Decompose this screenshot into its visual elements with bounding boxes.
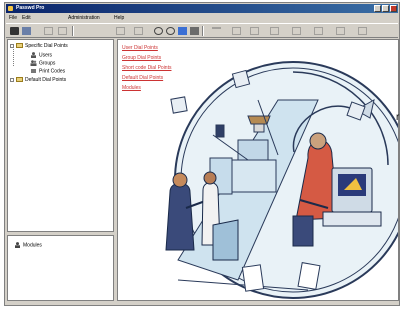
tree-connector xyxy=(13,49,14,66)
menu-file[interactable]: File xyxy=(9,14,17,22)
copy-icon[interactable] xyxy=(58,27,67,35)
tree-item-users[interactable]: Users xyxy=(30,52,52,59)
modules-panel: Modules xyxy=(7,235,114,301)
link-modules[interactable]: Modules xyxy=(122,85,141,91)
tree-item-modules[interactable]: Modules xyxy=(14,242,42,249)
tree-item-groups[interactable]: Groups xyxy=(30,60,55,67)
tree-label: Users xyxy=(39,52,53,59)
help-icon[interactable] xyxy=(358,27,367,35)
folder-icon xyxy=(16,77,23,83)
tree-item-default[interactable]: Default Dial Points xyxy=(10,77,66,84)
close-button[interactable] xyxy=(390,5,397,12)
find-icon[interactable] xyxy=(166,27,175,35)
title-bar[interactable]: Passwd Pro xyxy=(6,4,398,13)
menu-bar: File Edit Administration Help xyxy=(6,14,398,22)
window-controls xyxy=(374,5,397,12)
menu-edit[interactable]: Edit xyxy=(22,14,31,22)
tree-label: Specific Dial Points xyxy=(25,43,68,49)
chart-icon[interactable] xyxy=(336,27,345,35)
tree-label: Modules xyxy=(23,242,42,249)
users-icon[interactable] xyxy=(178,27,187,35)
tree-item-print-codes[interactable]: Print Codes xyxy=(30,68,65,75)
group-icon xyxy=(30,60,37,66)
app-window: Passwd Pro File Edit Administration Help xyxy=(4,2,400,306)
user-icon xyxy=(31,52,36,58)
report-icon[interactable] xyxy=(314,27,323,35)
collapse-icon[interactable] xyxy=(10,43,14,48)
tree-label: Default Dial Points xyxy=(25,77,67,83)
toolbar-separator xyxy=(72,26,74,36)
paste-icon[interactable] xyxy=(116,27,125,35)
list-icon[interactable] xyxy=(292,27,301,35)
tree-label: Print Codes xyxy=(39,68,66,75)
menu-administration[interactable]: Administration xyxy=(68,14,100,22)
tree-panel: Specific Dial Points Users Groups Print … xyxy=(7,39,114,232)
expand-icon[interactable] xyxy=(10,77,14,82)
main-panel: User Dial Points Group Dial Points Short… xyxy=(117,39,399,301)
toolbar xyxy=(6,23,398,38)
tree-label: Groups xyxy=(39,60,56,67)
menu-help[interactable]: Help xyxy=(114,14,124,22)
link-default-dial-points[interactable]: Default Dial Points xyxy=(122,75,163,81)
search-icon[interactable] xyxy=(154,27,163,35)
maximize-button[interactable] xyxy=(382,5,389,12)
code-icon xyxy=(31,69,36,73)
tool-icon[interactable] xyxy=(232,27,241,35)
link-short-code-dial-points[interactable]: Short code Dial Points xyxy=(122,65,171,71)
pen-icon[interactable] xyxy=(212,27,221,35)
folder-icon xyxy=(16,43,23,49)
grid-icon[interactable] xyxy=(270,27,279,35)
app-icon xyxy=(8,6,13,11)
window-title: Passwd Pro xyxy=(16,5,45,11)
cut-icon[interactable] xyxy=(44,27,53,35)
link-user-dial-points[interactable]: User Dial Points xyxy=(122,45,158,51)
print-icon[interactable] xyxy=(22,27,31,35)
edge-text: r xyxy=(396,112,400,123)
save-icon[interactable] xyxy=(10,27,19,35)
toolbar-separator xyxy=(202,26,204,36)
link-group-dial-points[interactable]: Group Dial Points xyxy=(122,55,161,61)
flag-icon[interactable] xyxy=(190,27,199,35)
undo-icon[interactable] xyxy=(134,27,143,35)
modules-icon xyxy=(15,242,20,248)
minimize-button[interactable] xyxy=(374,5,381,12)
filter-icon[interactable] xyxy=(250,27,259,35)
tree-item-specific[interactable]: Specific Dial Points xyxy=(10,43,68,50)
